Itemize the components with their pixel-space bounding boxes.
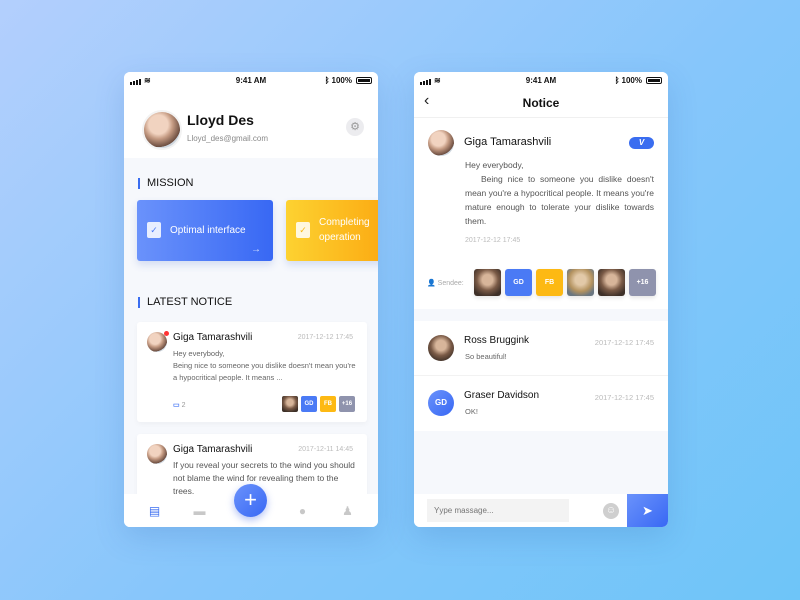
sendee-avatar[interactable] bbox=[474, 269, 501, 296]
comment-item: GD Graser Davidson OK! 2017-12-12 17:45 bbox=[414, 376, 668, 431]
arrow-right-icon: → bbox=[251, 244, 261, 255]
commenter-avatar: GD bbox=[428, 390, 454, 416]
notice-date: 2017-12-12 17:45 bbox=[297, 334, 353, 341]
notice-screen: ≋ 9:41 AM ᛒ 100% ‹ Notice Giga Tamarashvi… bbox=[414, 72, 668, 527]
comment-icon: ▭ bbox=[173, 402, 180, 409]
profile-header: Lloyd Des Lloyd_des@gmail.com ⚙ bbox=[124, 88, 378, 158]
profile-name: Lloyd Des bbox=[187, 112, 254, 128]
nav-header: ‹ Notice bbox=[414, 88, 668, 118]
profile-screen: ≋ 9:41 AM ᛒ 100% Lloyd Des Lloyd_des@gmai… bbox=[124, 72, 378, 527]
commenter-name: Ross Bruggink bbox=[464, 335, 530, 346]
notice-detail: Giga Tamarashvili V Hey everybody, Being… bbox=[414, 118, 668, 309]
comment-text: So beautiful! bbox=[465, 352, 507, 361]
notice-date: 2017-12-12 17:45 bbox=[465, 237, 521, 244]
comment-date: 2017-12-12 17:45 bbox=[594, 338, 654, 347]
recipient-avatar bbox=[282, 396, 298, 412]
notice-text: Hey everybody, Being nice to someone you… bbox=[173, 349, 356, 382]
tab-discover[interactable]: ● bbox=[293, 504, 313, 518]
status-bar: ≋ 9:41 AM ᛒ 100% bbox=[124, 72, 378, 88]
notice-date: 2017-12-11 14:45 bbox=[298, 446, 353, 453]
comment-list: Ross Bruggink So beautiful! 2017-12-12 1… bbox=[414, 321, 668, 431]
message-input[interactable] bbox=[427, 499, 569, 522]
notice-author: Giga Tamarashvili bbox=[173, 444, 253, 455]
sendee-avatar[interactable]: FB bbox=[536, 269, 563, 296]
notice-author: Giga Tamarashvili bbox=[464, 136, 552, 148]
send-button[interactable]: ➤ bbox=[627, 494, 668, 527]
page-title: Notice bbox=[522, 96, 560, 110]
recipient-avatar: GD bbox=[301, 396, 317, 412]
profile-avatar[interactable] bbox=[142, 110, 182, 150]
notice-greeting: Hey everybody, bbox=[465, 160, 524, 170]
verified-badge: V bbox=[629, 137, 654, 149]
status-time: 9:41 AM bbox=[235, 75, 267, 85]
unread-dot bbox=[164, 331, 169, 336]
notice-paragraph: Being nice to someone you dislike doesn'… bbox=[465, 174, 654, 226]
mission-card-completing-operation[interactable]: ✓ Completing operation bbox=[286, 200, 378, 261]
gear-icon[interactable]: ⚙ bbox=[346, 118, 364, 136]
mission-heading: MISSION bbox=[138, 178, 193, 189]
notice-body: Hey everybody, Being nice to someone you… bbox=[465, 158, 654, 228]
status-bar: ≋ 9:41 AM ᛒ 100% bbox=[414, 72, 668, 88]
tab-folder[interactable]: ▬ bbox=[190, 504, 210, 518]
author-avatar bbox=[147, 444, 167, 464]
latest-notice-heading: LATEST NOTICE bbox=[138, 297, 232, 308]
tab-profile[interactable]: ♟ bbox=[338, 504, 358, 518]
send-icon: ➤ bbox=[642, 503, 653, 518]
commenter-name: Graser Davidson bbox=[464, 390, 540, 401]
profile-email: Lloyd_des@gmail.com bbox=[187, 134, 269, 143]
status-time: 9:41 AM bbox=[525, 75, 557, 85]
author-avatar bbox=[428, 130, 454, 156]
tab-notice[interactable]: ▤ bbox=[145, 504, 165, 518]
comment-item: Ross Bruggink So beautiful! 2017-12-12 1… bbox=[414, 321, 668, 376]
recipient-list: GD FB +16 bbox=[282, 396, 355, 412]
battery-icon bbox=[646, 76, 662, 84]
user-icon: 👤 bbox=[427, 280, 436, 287]
comment-text: OK! bbox=[465, 407, 478, 416]
sendee-avatar[interactable]: GD bbox=[505, 269, 532, 296]
notice-author: Giga Tamarashvili bbox=[173, 332, 253, 343]
notice-card[interactable]: Giga Tamarashvili 2017-12-12 17:45 Hey e… bbox=[137, 322, 367, 422]
message-bar: ☺ ➤ bbox=[414, 494, 668, 527]
smiley-icon[interactable]: ☺ bbox=[603, 503, 619, 519]
recipient-avatar: FB bbox=[320, 396, 336, 412]
sendee-avatar[interactable] bbox=[598, 269, 625, 296]
recipient-more: +16 bbox=[339, 396, 355, 412]
sendee-list: GD FB +16 bbox=[474, 269, 656, 296]
commenter-avatar bbox=[428, 335, 454, 361]
sendee-more[interactable]: +16 bbox=[629, 269, 656, 296]
mission-card-label: Optimal interface bbox=[170, 225, 246, 236]
battery-icon bbox=[356, 76, 372, 84]
clipboard-check-icon: ✓ bbox=[296, 222, 310, 238]
clipboard-check-icon: ✓ bbox=[147, 222, 161, 238]
comment-count[interactable]: ▭ 2 bbox=[173, 401, 185, 409]
mission-card-optimal-interface[interactable]: ✓ Optimal interface → bbox=[137, 200, 273, 261]
comment-date: 2017-12-12 17:45 bbox=[594, 393, 654, 402]
sendee-label: 👤 Sendee: bbox=[427, 280, 464, 287]
sendee-avatar[interactable] bbox=[567, 269, 594, 296]
mission-card-label: Completing operation bbox=[319, 217, 370, 243]
add-button[interactable]: + bbox=[234, 484, 267, 517]
